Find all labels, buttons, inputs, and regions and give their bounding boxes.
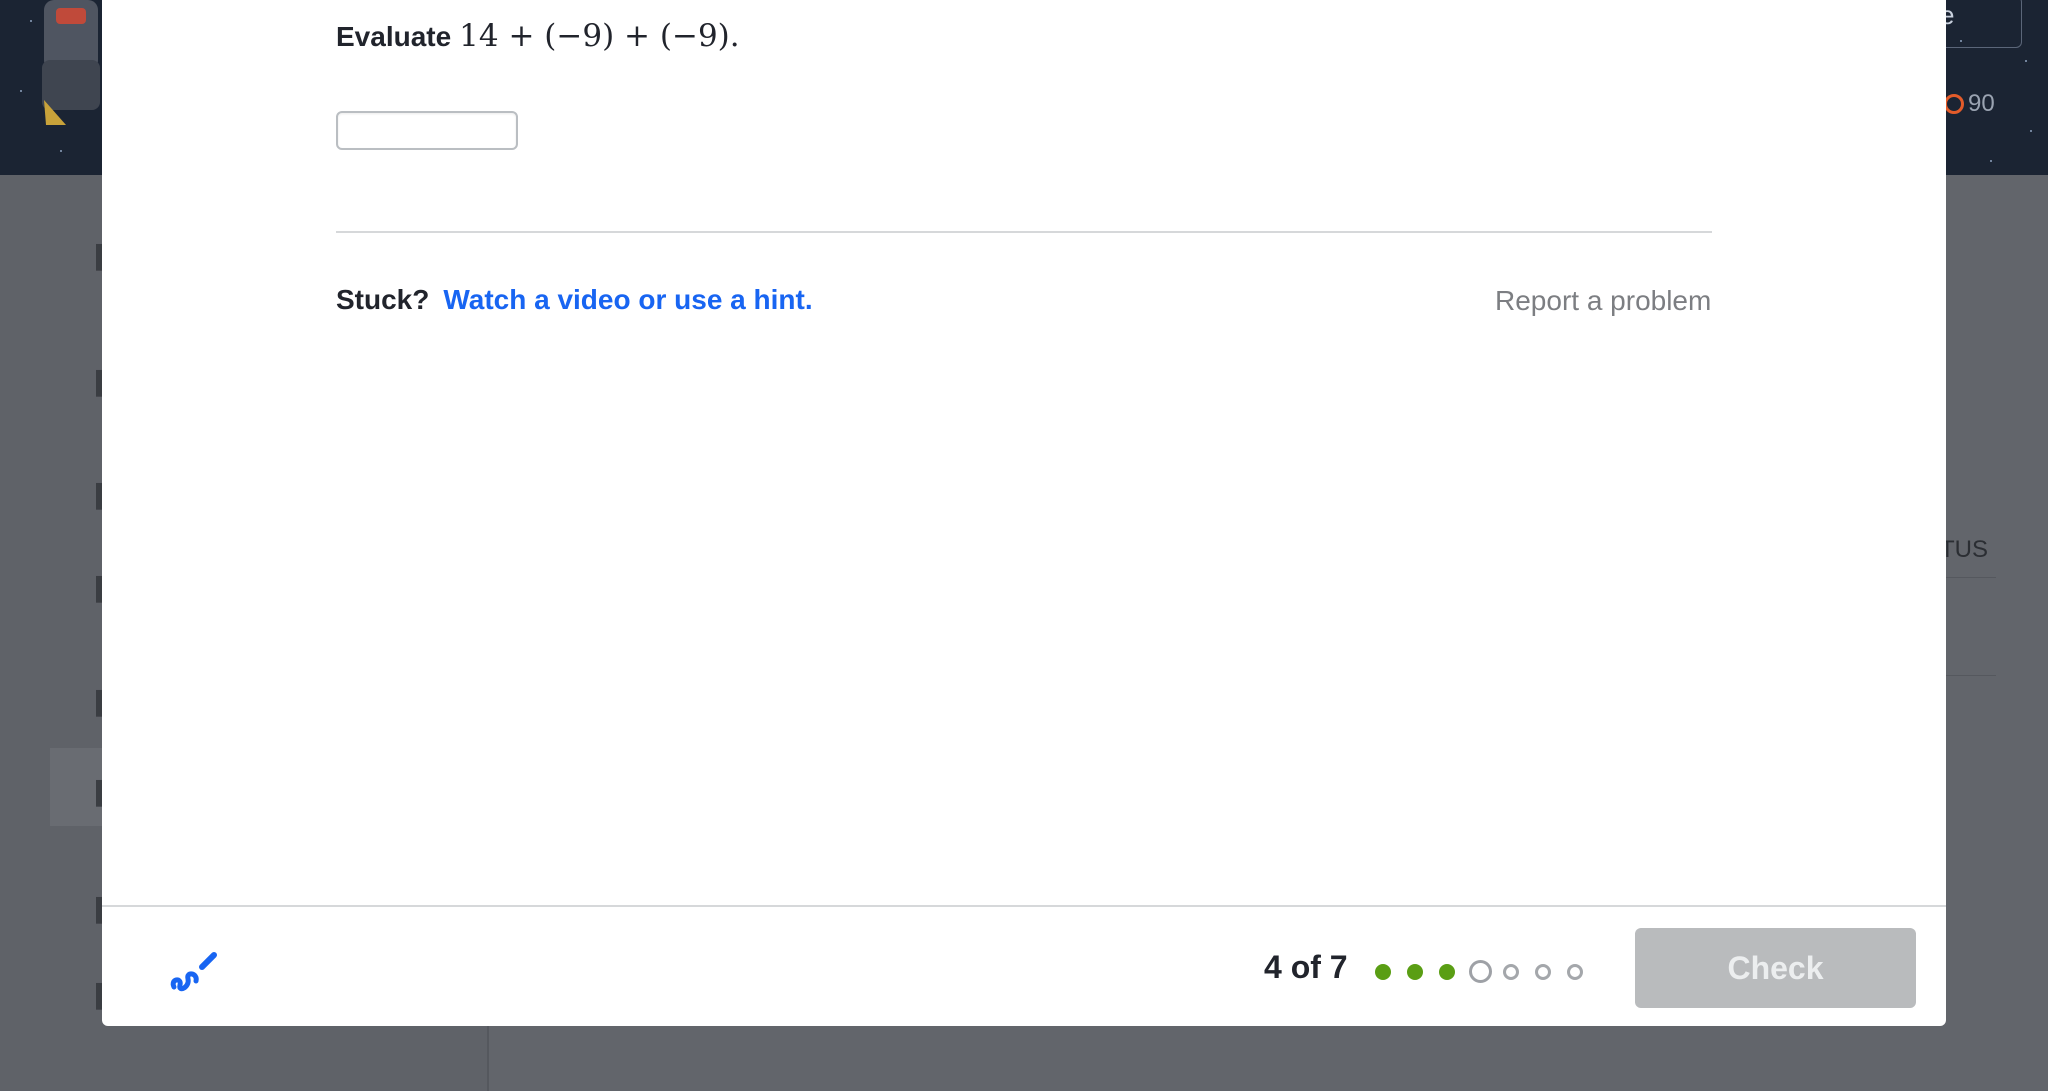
report-problem-link[interactable]: Report a problem bbox=[1495, 285, 1711, 317]
exercise-modal: Evaluate 14 + (−9) + (−9). Stuck? Watch … bbox=[102, 0, 1946, 1026]
background-status-header: TUS bbox=[1940, 536, 1988, 563]
progress-text: 4 of 7 bbox=[1264, 949, 1348, 985]
background-divider bbox=[1946, 577, 1996, 578]
progress-dot bbox=[1535, 963, 1551, 980]
question-prompt: Evaluate 14 + (−9) + (−9). bbox=[336, 18, 740, 54]
stuck-label: Stuck? bbox=[336, 284, 430, 315]
question-label: Evaluate bbox=[336, 21, 452, 52]
background-divider bbox=[1946, 675, 1996, 676]
progress-dot bbox=[1503, 963, 1519, 980]
streak-icon bbox=[1944, 94, 1964, 114]
answer-input[interactable] bbox=[336, 111, 518, 150]
content-divider bbox=[336, 231, 1712, 233]
question-expression: 14 + (−9) + (−9). bbox=[459, 18, 740, 54]
progress-dot bbox=[1407, 963, 1423, 980]
help-row: Stuck? Watch a video or use a hint. bbox=[336, 284, 813, 316]
mascot-image bbox=[42, 0, 100, 125]
progress-dot bbox=[1439, 963, 1455, 980]
progress-dots bbox=[1375, 960, 1599, 983]
progress-dot bbox=[1375, 963, 1391, 980]
progress-dot bbox=[1567, 963, 1583, 980]
progress-dot bbox=[1469, 960, 1492, 983]
check-button[interactable]: Check bbox=[1635, 928, 1916, 1008]
hint-link[interactable]: Watch a video or use a hint. bbox=[443, 284, 812, 316]
background-points-value: 90 bbox=[1968, 90, 1995, 117]
scratchpad-pencil-icon[interactable] bbox=[168, 943, 220, 995]
exercise-footer: 4 of 7 Check bbox=[102, 905, 1946, 1026]
background-points: 90 bbox=[1944, 90, 1995, 118]
